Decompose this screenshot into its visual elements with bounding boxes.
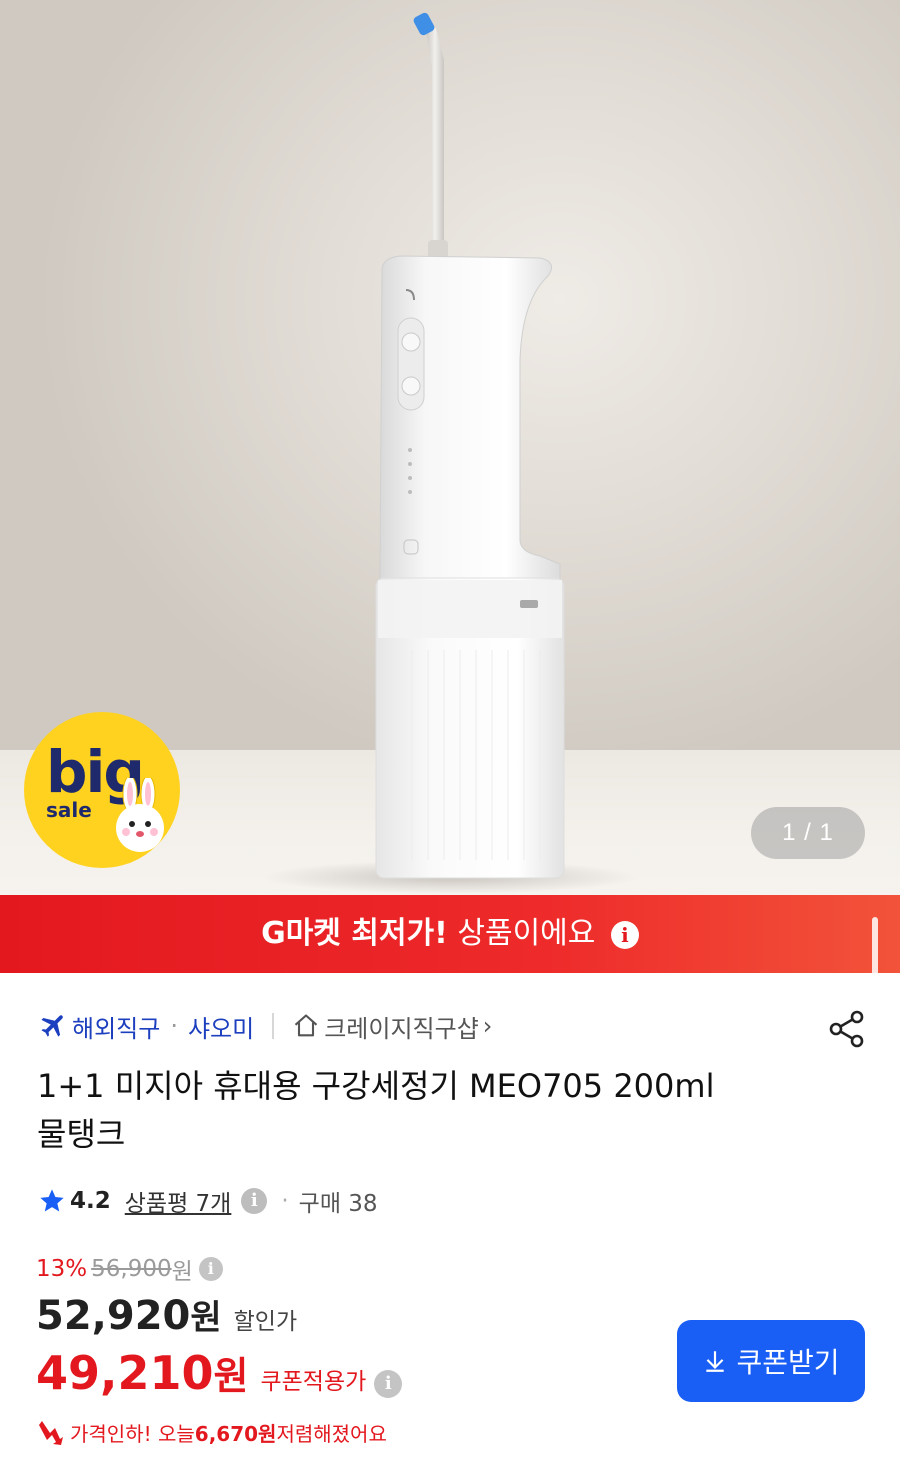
purchase-count: 구매 38 [298,1191,378,1217]
price-drop-suffix: 저렴해졌어요 [276,1421,387,1446]
price-drop-amount: 6,670원 [194,1421,277,1446]
info-icon[interactable]: i [241,1188,268,1214]
badge-sale-text: sale [46,798,92,822]
sale-price-label: 할인가 [233,1309,298,1335]
sale-price-row: 52,920 원 할인가 [36,1290,297,1340]
rabbit-icon [116,778,164,852]
price-drop-notice: 가격인하! 오늘 6,670원 저렴해졌어요 [36,1416,387,1448]
coupon-price-row: 49,210 원 쿠폰적용가 i [36,1345,403,1405]
image-page-counter: 1 / 1 [751,807,865,859]
seller-info-row: 해외직구 · 샤오미 크레이지직구샵 › [38,1006,868,1046]
reviews-link[interactable]: 상품평 7개 [125,1184,232,1218]
info-icon[interactable]: i [374,1370,403,1398]
info-icon[interactable]: i [610,920,639,949]
scrollbar-thumb[interactable] [872,917,878,981]
original-price-unit: 원 [171,1259,193,1285]
get-coupon-button[interactable]: 쿠폰받기 [677,1320,865,1402]
product-title-line1: 1+1 미지아 휴대용 구강세정기 MEO705 200ml [37,1067,715,1105]
overseas-tag-link[interactable]: 해외직구 [72,1009,160,1044]
product-title-line2: 물탱크 [37,1115,126,1153]
get-coupon-label: 쿠폰받기 [736,1346,840,1379]
sale-price-unit: 원 [190,1298,222,1338]
banner-bold-text: G마켓 최저가! [261,916,448,951]
star-icon [40,1189,64,1212]
info-icon[interactable]: i [198,1257,223,1281]
price-drop-prefix: 가격인하! 오늘 [70,1421,195,1446]
rating-row: 4.2 상품평 7개 i · 구매 38 [38,1183,378,1219]
separator-dot: · [281,1188,289,1214]
brand-link[interactable]: 샤오미 [188,1009,254,1044]
product-title: 1+1 미지아 휴대용 구강세정기 MEO705 200ml 물탱크 [37,1062,837,1158]
banner-text: 상품이에요 [447,916,596,951]
down-arrow-icon [39,1421,63,1445]
rating-score: 4.2 [70,1188,111,1214]
download-icon [706,1351,725,1372]
sale-price: 52,920 [36,1293,191,1339]
original-price: 56,900 [91,1256,172,1282]
home-icon [295,1014,318,1037]
discount-row: 13% 56,900 원 i [36,1254,223,1285]
shop-link[interactable]: 크레이지직구샵 › [292,1009,492,1044]
coupon-price-label: 쿠폰적용가 [260,1369,367,1395]
product-image-gallery[interactable]: big sale 1 / 1 [0,0,900,895]
airplane-icon [41,1015,63,1037]
chevron-right-icon: › [482,1012,493,1040]
divider [272,1013,275,1039]
coupon-price-unit: 원 [213,1354,249,1398]
lowest-price-banner[interactable]: G마켓 최저가! 상품이에요 i [0,895,900,981]
big-sale-badge: big sale [24,712,180,868]
discount-rate: 13% [36,1256,88,1282]
coupon-price: 49,210 [36,1346,214,1400]
share-icon[interactable] [826,1008,868,1050]
shop-name: 크레이지직구샵 [324,1014,479,1043]
separator-dot: · [170,1012,178,1040]
